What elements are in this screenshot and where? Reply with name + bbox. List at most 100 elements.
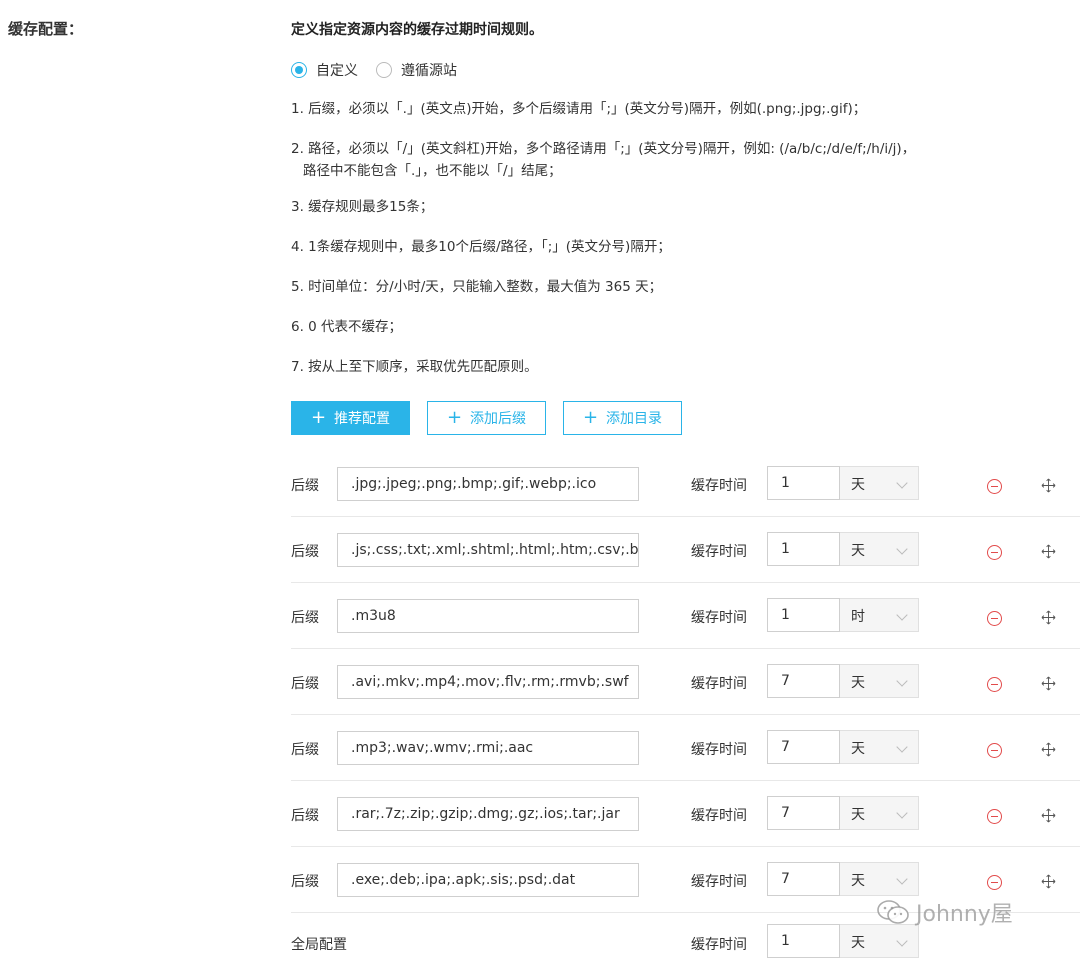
- chevron-down-icon: [896, 609, 908, 621]
- suffix-input[interactable]: .js;.css;.txt;.xml;.shtml;.html;.htm;.cs…: [337, 533, 639, 567]
- move-icon[interactable]: [1041, 478, 1056, 493]
- radio-custom-label: 自定义: [316, 63, 358, 79]
- rule-type-label: 后缀: [291, 544, 319, 560]
- suffix-input[interactable]: .exe;.deb;.ipa;.apk;.sis;.psd;.dat: [337, 863, 639, 897]
- remove-icon[interactable]: [987, 611, 1002, 626]
- cache-rule-row: 后缀 .m3u8 缓存时间 1 时: [291, 583, 1080, 649]
- cache-rule-row: 后缀 .mp3;.wav;.wmv;.rmi;.aac 缓存时间 7 天: [291, 715, 1080, 781]
- remove-icon[interactable]: [987, 545, 1002, 560]
- chevron-down-icon: [896, 543, 908, 555]
- rule-item: 1. 后缀，必须以「.」(英文点)开始，多个后缀请用「;」(英文分号)隔开，例如…: [291, 101, 867, 117]
- chevron-down-icon: [896, 741, 908, 753]
- radio-custom[interactable]: 自定义: [291, 60, 358, 80]
- suffix-input[interactable]: .rar;.7z;.zip;.gzip;.dmg;.gz;.ios;.tar;.…: [337, 797, 639, 831]
- watermark: Johnny屋: [876, 896, 1013, 928]
- wechat-icon: [877, 900, 909, 924]
- cache-rule-row: 后缀 .js;.css;.txt;.xml;.shtml;.html;.htm;…: [291, 517, 1080, 583]
- recommend-config-button[interactable]: + 推荐配置: [291, 401, 410, 435]
- cache-time-input[interactable]: 7: [767, 796, 840, 830]
- cache-rule-row: 后缀 .rar;.7z;.zip;.gzip;.dmg;.gz;.ios;.ta…: [291, 781, 1080, 847]
- time-unit-value: 天: [851, 477, 865, 493]
- cache-time-label: 缓存时间: [691, 937, 747, 953]
- remove-icon[interactable]: [987, 479, 1002, 494]
- rules-list: 1. 后缀，必须以「.」(英文点)开始，多个后缀请用「;」(英文分号)隔开，例如…: [291, 98, 1051, 396]
- suffix-input[interactable]: .avi;.mkv;.mp4;.mov;.flv;.rm;.rmvb;.swf: [337, 665, 639, 699]
- rule-type-label: 后缀: [291, 874, 319, 890]
- plus-icon: +: [446, 407, 463, 428]
- time-unit-value: 天: [851, 675, 865, 691]
- remove-icon[interactable]: [987, 809, 1002, 824]
- add-directory-label: 添加目录: [606, 411, 663, 427]
- rule-item: 3. 缓存规则最多15条；: [291, 199, 434, 215]
- remove-icon[interactable]: [987, 743, 1002, 758]
- time-unit-value: 天: [851, 807, 865, 823]
- suffix-input[interactable]: .m3u8: [337, 599, 639, 633]
- suffix-input[interactable]: .jpg;.jpeg;.png;.bmp;.gif;.webp;.ico: [337, 467, 639, 501]
- rule-item: 6. 0 代表不缓存；: [291, 319, 403, 335]
- time-unit-select[interactable]: 天: [840, 924, 919, 958]
- suffix-input[interactable]: .mp3;.wav;.wmv;.rmi;.aac: [337, 731, 639, 765]
- remove-icon[interactable]: [987, 875, 1002, 890]
- add-suffix-button[interactable]: + 添加后缀: [427, 401, 546, 435]
- cache-time-input[interactable]: 7: [767, 862, 840, 896]
- rule-type-label: 后缀: [291, 742, 319, 758]
- rule-type-label: 后缀: [291, 808, 319, 824]
- move-icon[interactable]: [1041, 676, 1056, 691]
- cache-time-label: 缓存时间: [691, 808, 747, 824]
- time-unit-select[interactable]: 天: [840, 730, 919, 764]
- chevron-down-icon: [896, 873, 908, 885]
- cache-time-input[interactable]: 1: [767, 924, 840, 958]
- time-unit-select[interactable]: 天: [840, 466, 919, 500]
- plus-icon: +: [310, 407, 327, 428]
- time-unit-select[interactable]: 天: [840, 664, 919, 698]
- chevron-down-icon: [896, 675, 908, 687]
- rule-item: 4. 1条缓存规则中，最多10个后缀/路径，「;」(英文分号)隔开；: [291, 239, 671, 255]
- add-suffix-label: 添加后缀: [470, 411, 527, 427]
- time-unit-select[interactable]: 时: [840, 598, 919, 632]
- time-unit-value: 天: [851, 873, 865, 889]
- move-icon[interactable]: [1041, 742, 1056, 757]
- time-unit-value: 天: [851, 543, 865, 559]
- cache-time-label: 缓存时间: [691, 544, 747, 560]
- cache-time-input[interactable]: 1: [767, 466, 840, 500]
- time-unit-value: 时: [851, 609, 865, 625]
- rule-type-label: 后缀: [291, 610, 319, 626]
- time-unit-select[interactable]: 天: [840, 796, 919, 830]
- rule-type-label: 后缀: [291, 676, 319, 692]
- cache-time-input[interactable]: 7: [767, 664, 840, 698]
- radio-unchecked-icon[interactable]: [376, 62, 392, 78]
- remove-icon[interactable]: [987, 677, 1002, 692]
- move-icon[interactable]: [1041, 544, 1056, 559]
- action-buttons: + 推荐配置 + 添加后缀 + 添加目录: [291, 401, 699, 435]
- chevron-down-icon: [896, 807, 908, 819]
- move-icon[interactable]: [1041, 874, 1056, 889]
- cache-time-input[interactable]: 1: [767, 532, 840, 566]
- watermark-text: Johnny屋: [916, 902, 1013, 927]
- time-unit-value: 天: [851, 741, 865, 757]
- rule-item-continuation: 路径中不能包含「.」，也不能以「/」结尾；: [303, 163, 562, 179]
- time-unit-select[interactable]: 天: [840, 532, 919, 566]
- cache-rule-row: 后缀 .jpg;.jpeg;.png;.bmp;.gif;.webp;.ico …: [291, 451, 1080, 517]
- rule-item: 7. 按从上至下顺序，采取优先匹配原则。: [291, 359, 538, 375]
- cache-time-input[interactable]: 1: [767, 598, 840, 632]
- rule-type-label: 后缀: [291, 478, 319, 494]
- cache-time-label: 缓存时间: [691, 610, 747, 626]
- radio-follow-origin-label: 遵循源站: [401, 63, 457, 79]
- add-directory-button[interactable]: + 添加目录: [563, 401, 682, 435]
- radio-follow-origin[interactable]: 遵循源站: [376, 60, 457, 80]
- time-unit-select[interactable]: 天: [840, 862, 919, 896]
- cache-rules: 后缀 .jpg;.jpeg;.png;.bmp;.gif;.webp;.ico …: [291, 451, 1080, 913]
- cache-time-label: 缓存时间: [691, 676, 747, 692]
- recommend-config-label: 推荐配置: [334, 411, 391, 427]
- rule-item-line: 2. 路径，必须以「/」(英文斜杠)开始，多个路径请用「;」(英文分号)隔开，例…: [291, 141, 916, 157]
- description: 定义指定资源内容的缓存过期时间规则。: [291, 22, 543, 38]
- cache-time-input[interactable]: 7: [767, 730, 840, 764]
- radio-checked-icon[interactable]: [291, 62, 307, 78]
- move-icon[interactable]: [1041, 610, 1056, 625]
- cache-rule-row: 后缀 .avi;.mkv;.mp4;.mov;.flv;.rm;.rmvb;.s…: [291, 649, 1080, 715]
- move-icon[interactable]: [1041, 808, 1056, 823]
- time-unit-value: 天: [851, 935, 865, 951]
- cache-time-label: 缓存时间: [691, 742, 747, 758]
- rule-item: 5. 时间单位：分/小时/天，只能输入整数，最大值为 365 天；: [291, 279, 663, 295]
- section-label: 缓存配置：: [8, 20, 84, 38]
